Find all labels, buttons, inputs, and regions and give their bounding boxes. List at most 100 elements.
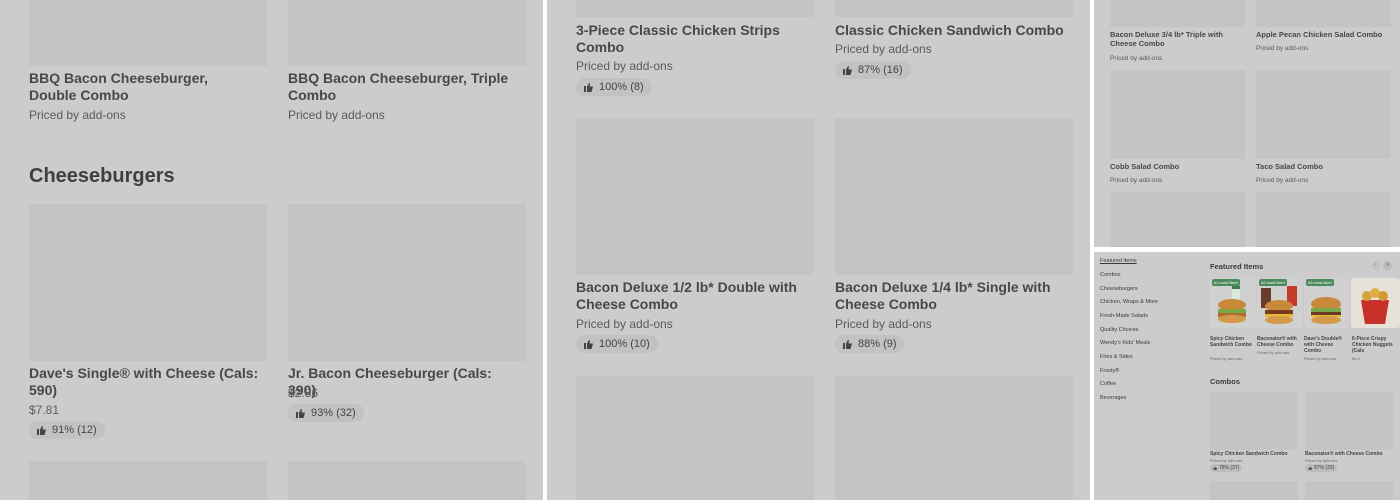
item-name[interactable]: Taco Salad Combo	[1256, 162, 1323, 171]
most-liked-tag: #3 most liked	[1306, 279, 1334, 286]
item-image[interactable]	[835, 376, 1073, 500]
featured-item-image[interactable]: #1 most liked	[1210, 278, 1255, 328]
item-image[interactable]	[835, 118, 1073, 275]
most-liked-tag: #2 most liked	[1259, 279, 1287, 286]
item-price: Priced by add-ons	[835, 42, 932, 56]
rating-text: 87% (32)	[1314, 465, 1335, 471]
chevron-left-icon[interactable]: ‹	[1371, 261, 1380, 270]
sidebar-item-featured[interactable]: Featured items	[1100, 258, 1137, 264]
item-name[interactable]: BBQ Bacon Cheeseburger, Triple Combo	[288, 70, 518, 104]
sidebar-item-beverages[interactable]: Beverages	[1100, 395, 1126, 401]
featured-item-name[interactable]: Baconator® with Cheese Combo	[1257, 336, 1301, 348]
most-liked-tag: #1 most liked	[1212, 279, 1240, 286]
featured-item-name[interactable]: Spicy Chicken Sandwich Combo	[1210, 336, 1254, 348]
rating-badge: 91% (12)	[29, 421, 105, 439]
item-name[interactable]: Bacon Deluxe 1/4 lb* Single with Cheese …	[835, 279, 1065, 313]
store-menu-overview: Featured items Combos Cheeseburgers Chic…	[1094, 252, 1400, 500]
rating-text: 93% (32)	[311, 407, 356, 419]
thumbs-up-icon	[584, 83, 593, 92]
featured-item-price: Priced by add-ons	[1304, 356, 1337, 361]
item-name[interactable]: Classic Chicken Sandwich Combo	[835, 22, 1065, 39]
rating-text: 78% (37)	[1219, 465, 1240, 471]
item-image[interactable]	[576, 0, 814, 17]
rating-text: 87% (16)	[858, 64, 903, 76]
item-price: Priced by add-ons	[576, 317, 673, 331]
item-image[interactable]	[288, 461, 526, 500]
section-title: Cheeseburgers	[29, 165, 175, 187]
rating-text: 100% (10)	[599, 338, 650, 350]
rating-badge: 88% (9)	[835, 335, 905, 353]
sidebar-item-fries[interactable]: Fries & Sides	[1100, 354, 1133, 360]
item-image[interactable]	[835, 0, 1073, 17]
item-image[interactable]	[1110, 70, 1245, 159]
item-name[interactable]: 3-Piece Classic Chicken Strips Combo	[576, 22, 806, 56]
thumbs-up-icon	[843, 340, 852, 349]
rating-text: 88% (9)	[858, 338, 897, 350]
featured-item-image[interactable]: #3 most liked	[1304, 278, 1349, 328]
combo-item-name[interactable]: Baconator® with Cheese Combo	[1305, 451, 1383, 457]
combo-item-image[interactable]	[1305, 392, 1393, 450]
thumbs-up-icon	[1308, 466, 1312, 470]
item-price: Priced by add-ons	[1256, 45, 1309, 52]
item-image[interactable]	[1256, 70, 1391, 159]
item-name[interactable]: Apple Pecan Chicken Salad Combo	[1256, 30, 1396, 39]
sidebar-item-cheeseburgers[interactable]: Cheeseburgers	[1100, 286, 1138, 292]
item-name[interactable]: Jr. Bacon Cheeseburger (Cals: 390)	[288, 365, 518, 399]
combo-item-image[interactable]	[1210, 392, 1298, 450]
combo-item-name[interactable]: Spicy Chicken Sandwich Combo	[1210, 451, 1288, 457]
featured-item-price: $4.0	[1352, 356, 1360, 361]
item-name[interactable]: Bacon Deluxe 3/4 lb* Triple with Cheese …	[1110, 30, 1240, 48]
menu-panel-combos: 3-Piece Classic Chicken Strips Combo Pri…	[547, 0, 1090, 500]
sidebar-item-coffee[interactable]: Coffee	[1100, 381, 1116, 387]
thumbs-up-icon	[843, 66, 852, 75]
item-name[interactable]: BBQ Bacon Cheeseburger, Double Combo	[29, 70, 259, 104]
rating-text: 100% (8)	[599, 81, 644, 93]
thumbs-up-icon	[296, 409, 305, 418]
item-price: Priced by add-ons	[1110, 177, 1163, 184]
rating-badge: 78% (37)	[1210, 464, 1243, 472]
thumbs-up-icon	[584, 340, 593, 349]
rating-badge: 100% (8)	[576, 78, 652, 96]
combos-title: Combos	[1210, 377, 1240, 386]
item-image[interactable]	[29, 461, 267, 500]
combo-item-image[interactable]	[1210, 481, 1298, 500]
item-price: Priced by add-ons	[1256, 177, 1309, 184]
item-image[interactable]	[288, 204, 526, 361]
combo-item-price: Priced by add-ons	[1305, 458, 1338, 463]
sidebar-item-frosty[interactable]: Frosty®	[1100, 368, 1119, 374]
item-image[interactable]	[29, 0, 267, 66]
thumbs-up-icon	[1213, 466, 1217, 470]
item-image[interactable]	[1256, 0, 1391, 27]
featured-item-name[interactable]: Dave's Double® with Cheese Combo	[1304, 336, 1348, 354]
sidebar-item-combos[interactable]: Combos	[1100, 272, 1120, 278]
item-image[interactable]	[1110, 0, 1245, 27]
sidebar-item-kids[interactable]: Wendy's Kids' Meals	[1100, 340, 1150, 346]
item-name[interactable]: Cobb Salad Combo	[1110, 162, 1179, 171]
featured-item-image[interactable]: #2 most liked	[1257, 278, 1302, 328]
item-image[interactable]	[1256, 192, 1391, 247]
item-image[interactable]	[1110, 192, 1245, 247]
rating-badge: 87% (32)	[1305, 464, 1338, 472]
chevron-right-icon[interactable]: ›	[1383, 261, 1392, 270]
item-name[interactable]: Dave's Single® with Cheese (Cals: 590)	[29, 365, 259, 399]
rating-badge: 87% (16)	[835, 61, 911, 79]
sidebar-item-chicken[interactable]: Chicken, Wraps & More	[1100, 299, 1158, 305]
item-image[interactable]	[29, 204, 267, 361]
item-price: Priced by add-ons	[29, 108, 126, 122]
item-image[interactable]	[576, 376, 814, 500]
featured-item-price: Priced by add-ons	[1210, 356, 1243, 361]
item-name[interactable]: Bacon Deluxe 1/2 lb* Double with Cheese …	[576, 279, 806, 313]
featured-item-image[interactable]	[1351, 278, 1400, 328]
screenshot-collage: BBQ Bacon Cheeseburger, Double Combo Pri…	[0, 0, 1400, 500]
combo-item-image[interactable]	[1305, 481, 1393, 500]
rating-badge: 100% (10)	[576, 335, 658, 353]
sidebar-item-salads[interactable]: Fresh-Made Salads	[1100, 313, 1148, 319]
menu-panel-burgers: BBQ Bacon Cheeseburger, Double Combo Pri…	[0, 0, 543, 500]
featured-item-name[interactable]: 6-Piece Crispy Chicken Nuggets (Cals	[1352, 336, 1398, 354]
sidebar-item-quality[interactable]: Quality Choices	[1100, 327, 1139, 333]
item-price: $7.81	[29, 403, 60, 417]
thumbs-up-icon	[37, 426, 46, 435]
featured-title: Featured Items	[1210, 262, 1264, 271]
item-image[interactable]	[288, 0, 526, 66]
item-image[interactable]	[576, 118, 814, 275]
